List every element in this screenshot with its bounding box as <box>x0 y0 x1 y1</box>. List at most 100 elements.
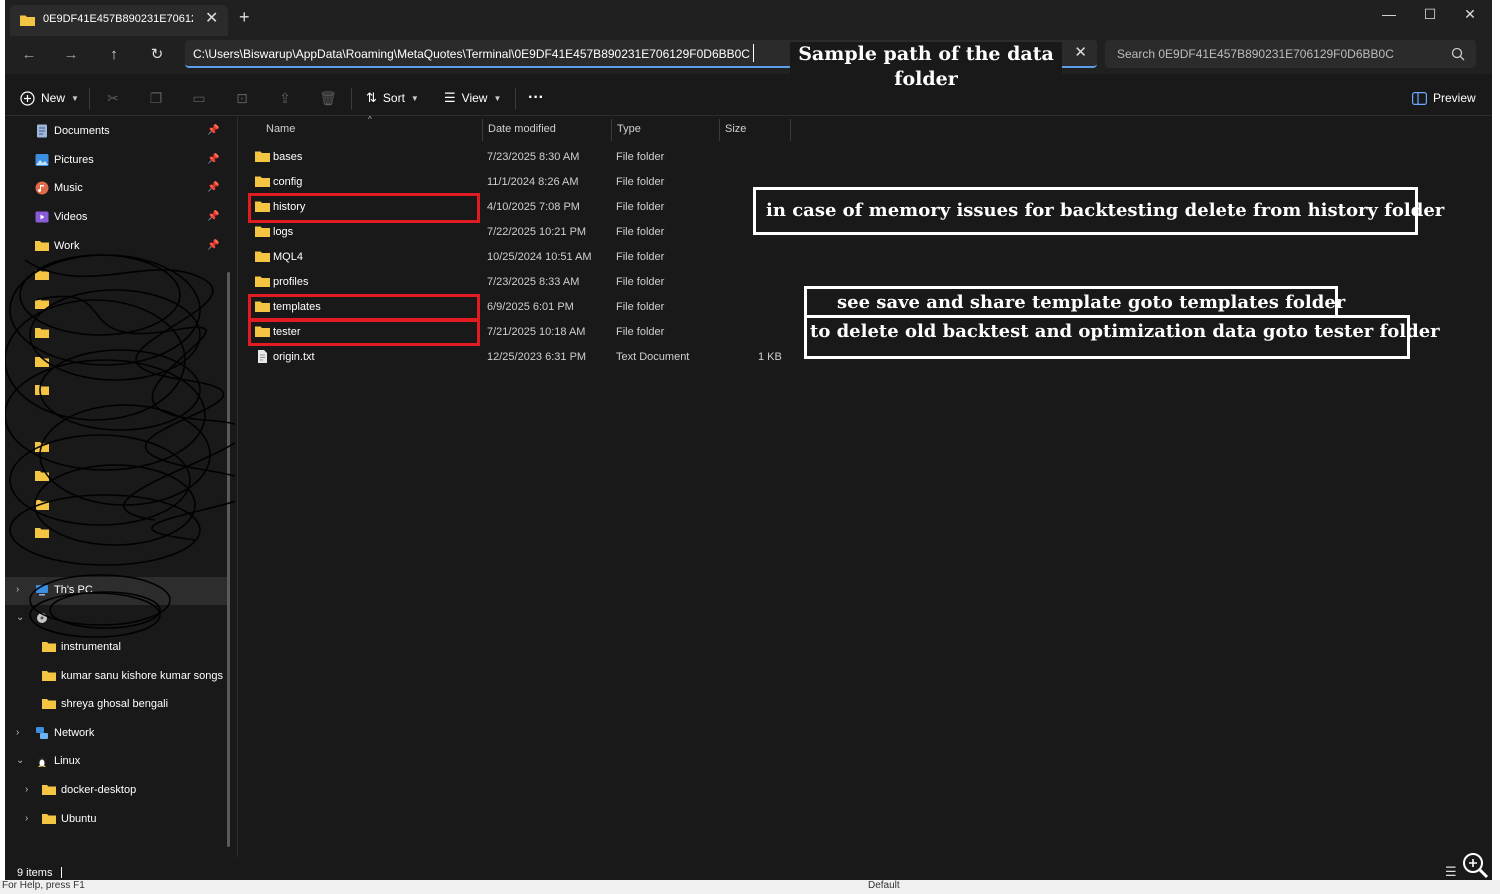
file-type: Text Document <box>616 351 690 363</box>
sidebar-item-ubuntu[interactable]: › Ubuntu <box>5 806 227 834</box>
sidebar-item-label: kumar sanu kishore kumar songs <box>61 670 224 682</box>
rename-icon[interactable]: ⊡ <box>232 88 252 108</box>
file-date: 4/10/2025 7:08 PM <box>487 201 580 213</box>
view-label: View <box>461 91 488 105</box>
sidebar-item-documents[interactable]: Documents 📌 <box>5 118 227 146</box>
templates-callout: see save and share template goto templat… <box>804 286 1345 318</box>
column-divider[interactable] <box>482 119 483 141</box>
close-window-button[interactable]: ✕ <box>1450 4 1490 24</box>
chevron-down-icon[interactable]: ⌄ <box>16 612 24 623</box>
tab-close-icon[interactable]: ✕ <box>205 10 218 28</box>
chevron-right-icon[interactable]: › <box>16 727 19 738</box>
preview-label: Preview <box>1433 91 1476 105</box>
file-name: logs <box>273 226 294 238</box>
sidebar-item-drive[interactable]: ⌄ <box>5 605 227 633</box>
pin-icon: 📌 <box>207 240 220 251</box>
sidebar-scrollbar[interactable] <box>227 272 230 847</box>
chevron-down-icon[interactable]: ⌄ <box>16 755 24 766</box>
tab-current-folder[interactable]: 0E9DF41E457B890231E706129F0D6BB0C ✕ <box>10 5 228 36</box>
view-button[interactable]: ☰ View ▼ <box>444 86 501 110</box>
sidebar-item-shreya-ghosal[interactable]: shreya ghosal bengali <box>5 691 227 719</box>
sidebar-item-instrumental[interactable]: instrumental <box>5 634 227 662</box>
divider <box>89 88 90 110</box>
column-divider[interactable] <box>790 119 791 141</box>
file-row-logs[interactable]: logs 7/22/2025 10:21 PM File folder <box>238 220 798 245</box>
refresh-icon[interactable]: ↻ <box>145 43 169 67</box>
sidebar-item-network[interactable]: › Network <box>5 720 227 748</box>
column-header-date[interactable]: Date modified <box>488 121 556 145</box>
sort-button[interactable]: ⇅ Sort ▼ <box>366 86 419 110</box>
search-input[interactable]: Search 0E9DF41E457B890231E706129F0D6BB0C <box>1105 40 1476 68</box>
file-row-origin-txt[interactable]: origin.txt 12/25/2023 6:31 PM Text Docum… <box>238 345 798 370</box>
chevron-right-icon[interactable]: › <box>25 784 28 795</box>
underlying-app-status-strip: For Help, press F1 Default <box>0 880 1500 894</box>
linux-penguin-icon <box>38 757 46 767</box>
pin-icon: 📌 <box>207 154 220 165</box>
new-label: New <box>41 91 66 105</box>
folder-icon <box>35 471 49 481</box>
paste-icon[interactable]: ▭ <box>189 88 209 108</box>
file-row-profiles[interactable]: profiles 7/23/2025 8:33 AM File folder <box>238 270 798 295</box>
chevron-right-icon[interactable]: › <box>25 813 28 824</box>
view-icon: ☰ <box>444 90 456 105</box>
sort-icon: ⇅ <box>366 90 377 105</box>
chevron-right-icon[interactable]: › <box>16 584 19 595</box>
cut-icon[interactable]: ✂ <box>103 88 123 108</box>
column-header-type[interactable]: Type <box>617 121 641 145</box>
magnifier-icon[interactable] <box>1460 850 1490 880</box>
sidebar-item-work[interactable]: Work 📌 <box>5 233 227 261</box>
new-button[interactable]: New ▼ <box>20 86 79 110</box>
sidebar-item-kumar-sanu[interactable]: kumar sanu kishore kumar songs <box>5 663 227 691</box>
sidebar-item-music[interactable]: Music 📌 <box>5 175 227 203</box>
clear-address-icon[interactable]: ✕ <box>1074 43 1087 61</box>
new-tab-button[interactable]: + <box>239 8 250 26</box>
file-date: 7/23/2025 8:30 AM <box>487 151 580 163</box>
tester-callout: to delete old backtest and optimization … <box>804 315 1440 359</box>
copy-icon[interactable]: ❐ <box>146 88 166 108</box>
file-date: 6/9/2025 6:01 PM <box>487 301 574 313</box>
file-type: File folder <box>616 276 665 288</box>
preview-button[interactable]: Preview <box>1412 86 1476 110</box>
folder-icon <box>255 251 270 262</box>
folder-icon <box>35 442 49 452</box>
sidebar-item-label: Music <box>54 182 83 194</box>
file-type: File folder <box>616 176 665 188</box>
sidebar-item-pictures[interactable]: Pictures 📌 <box>5 147 227 175</box>
folder-icon <box>35 241 49 251</box>
column-header-name[interactable]: Name <box>266 121 295 145</box>
sidebar-item-this-pc[interactable]: › Th's PC <box>5 577 227 605</box>
search-placeholder: Search 0E9DF41E457B890231E706129F0D6BB0C <box>1117 47 1394 61</box>
navigation-pane: Documents 📌 Pictures 📌 Music 📌 Videos 📌 … <box>5 117 235 857</box>
pin-icon: 📌 <box>207 182 220 193</box>
maximize-button[interactable]: ☐ <box>1410 4 1450 24</box>
search-icon <box>1451 47 1465 61</box>
sidebar-item-linux[interactable]: ⌄ Linux <box>5 748 227 776</box>
arrow-left-icon[interactable]: ← <box>17 43 41 67</box>
more-options-button[interactable]: ··· <box>528 86 544 110</box>
file-name: config <box>273 176 303 188</box>
minimize-button[interactable]: — <box>1369 4 1409 24</box>
file-size: 1 KB <box>758 351 782 363</box>
address-path: C:\Users\Biswarup\AppData\Roaming\MetaQu… <box>193 47 750 61</box>
file-row-config[interactable]: config 11/1/2024 8:26 AM File folder <box>238 170 798 195</box>
folder-icon <box>255 226 270 237</box>
arrow-up-icon[interactable]: ↑ <box>102 43 126 67</box>
column-divider[interactable] <box>611 119 612 141</box>
delete-icon[interactable]: 🗑 <box>318 88 338 108</box>
arrow-right-icon[interactable]: → <box>59 43 83 67</box>
details-view-icon[interactable]: ☰ <box>1445 864 1457 880</box>
sidebar-item-label: Linux <box>54 755 81 767</box>
sidebar-item-docker-desktop[interactable]: › docker-desktop <box>5 777 227 805</box>
share-icon[interactable]: ⇪ <box>275 88 295 108</box>
sidebar-item-label: docker-desktop <box>61 784 137 796</box>
file-row-bases[interactable]: bases 7/23/2025 8:30 AM File folder <box>238 145 798 170</box>
help-hint: For Help, press F1 <box>2 880 85 891</box>
folder-icon <box>42 671 56 681</box>
text-document-icon <box>258 350 267 363</box>
column-header-size[interactable]: Size <box>725 121 746 145</box>
sidebar-item-videos[interactable]: Videos 📌 <box>5 204 227 232</box>
file-row-mql4[interactable]: MQL4 10/25/2024 10:51 AM File folder <box>238 245 798 270</box>
column-divider[interactable] <box>719 119 720 141</box>
sidebar-item-label: Work <box>54 240 80 252</box>
preview-pane-icon <box>1412 91 1427 105</box>
